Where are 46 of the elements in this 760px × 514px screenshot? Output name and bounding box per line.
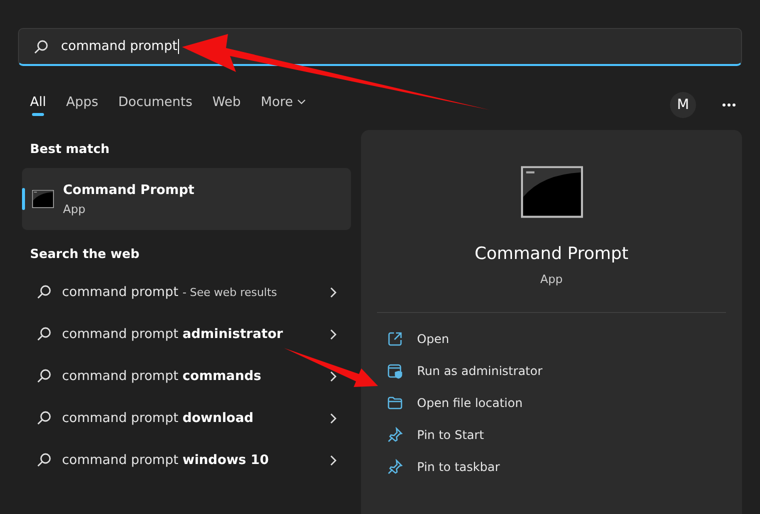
search-text: command prompt xyxy=(61,39,180,54)
search-icon xyxy=(36,284,52,300)
chevron-right-icon xyxy=(330,370,337,382)
web-result-text[interactable]: command prompt commands xyxy=(62,368,262,384)
web-result-text[interactable]: command prompt administrator xyxy=(62,326,283,342)
filter-tab[interactable]: More xyxy=(260,94,306,116)
filter-tab[interactable]: Web xyxy=(212,94,241,116)
account-avatar[interactable]: M xyxy=(670,92,696,118)
selection-indicator xyxy=(22,188,25,210)
terminal-window-icon xyxy=(520,166,582,218)
pin-icon xyxy=(387,459,403,475)
section-heading: Search the web xyxy=(30,246,140,261)
action-item[interactable]: Open xyxy=(387,323,726,355)
search-icon xyxy=(33,38,49,54)
action-item[interactable]: Run as administrator xyxy=(387,355,726,387)
details-subtitle: App xyxy=(540,272,563,286)
search-field[interactable]: command prompt xyxy=(18,28,742,66)
folder-icon xyxy=(387,395,403,411)
web-result-text[interactable]: command prompt - See web results xyxy=(62,284,278,300)
chevron-right-icon xyxy=(330,454,337,466)
app-title: Command Prompt xyxy=(63,182,194,198)
search-icon xyxy=(36,368,52,384)
filter-tab[interactable]: Apps xyxy=(66,94,98,116)
action-item[interactable]: Open file location xyxy=(387,387,726,419)
search-icon xyxy=(36,410,52,426)
best-match-item[interactable]: Command Prompt App xyxy=(22,168,351,230)
filter-tab[interactable]: Documents xyxy=(118,94,192,116)
chevron-down-icon xyxy=(297,99,306,105)
shield-window-icon xyxy=(387,363,403,379)
web-result-text[interactable]: command prompt download xyxy=(62,410,254,426)
filter-tab[interactable]: All xyxy=(30,94,46,116)
terminal-icon xyxy=(32,190,54,208)
open-external-icon xyxy=(387,331,403,347)
section-heading: Best match xyxy=(30,141,111,156)
app-type: App xyxy=(63,202,86,216)
chevron-right-icon xyxy=(330,286,337,298)
pin-icon xyxy=(387,427,403,443)
search-icon xyxy=(36,452,52,468)
action-item[interactable]: Pin to taskbar xyxy=(387,451,726,483)
chevron-right-icon xyxy=(330,328,337,340)
details-title: Command Prompt xyxy=(474,244,628,264)
action-item[interactable]: Pin to Start xyxy=(387,419,726,451)
web-result-text[interactable]: command prompt windows 10 xyxy=(62,452,269,468)
web-result-note: - See web results xyxy=(182,286,278,298)
chevron-right-icon xyxy=(330,412,337,424)
search-icon xyxy=(36,326,52,342)
